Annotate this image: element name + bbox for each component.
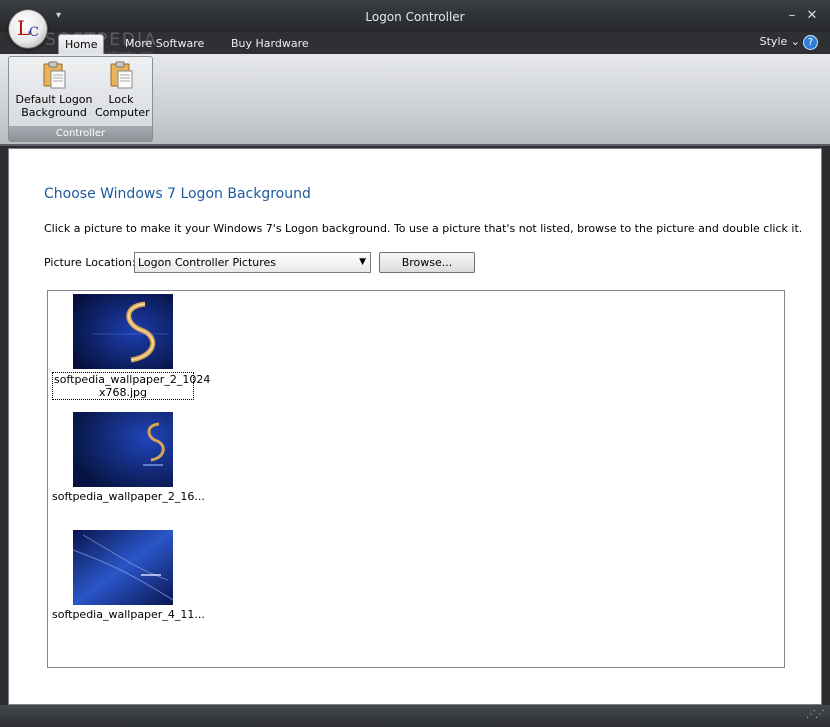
picture-item[interactable]: softpedia_wallpaper_2_16... — [52, 412, 205, 503]
help-icon[interactable]: ? — [803, 35, 818, 50]
button-label-line2: Background — [21, 106, 87, 119]
caption-line1: softpedia_wallpaper_4_11... — [52, 608, 205, 621]
default-logon-background-button[interactable]: Default Logon Background — [15, 61, 93, 119]
picture-item[interactable]: softpedia_wallpaper_2_1024 x768.jpg — [52, 294, 211, 400]
button-label-line2: Computer — [95, 106, 150, 119]
page-title: Choose Windows 7 Logon Background — [44, 186, 311, 202]
lock-computer-button[interactable]: Lock Computer — [95, 61, 150, 119]
status-bar — [0, 705, 830, 727]
picture-item[interactable]: softpedia_wallpaper_4_11... — [52, 530, 205, 621]
wallpaper-thumbnail — [73, 412, 173, 487]
caption-line2: x768.jpg — [98, 386, 148, 399]
picture-list[interactable]: softpedia_wallpaper_2_1024 x768.jpg soft… — [47, 290, 785, 668]
style-label: Style — [759, 35, 788, 48]
app-menu-button[interactable]: L C — [9, 10, 47, 48]
resize-grip-icon[interactable]: ⋰⋰ — [806, 709, 825, 720]
wallpaper-thumbnail — [73, 294, 173, 369]
picture-location-select[interactable]: Logon Controller Pictures ▼ — [134, 252, 371, 273]
paste-document-icon — [108, 61, 134, 91]
button-label-line1: Default Logon — [15, 93, 93, 106]
picture-location-value: Logon Controller Pictures — [138, 256, 277, 269]
tab-home[interactable]: Home — [58, 34, 105, 55]
picture-location-label: Picture Location: — [44, 256, 136, 269]
picture-caption: softpedia_wallpaper_2_16... — [52, 490, 205, 503]
ribbon-group-label: Controller — [9, 126, 152, 141]
chevron-down-icon: ⌄ — [790, 35, 800, 48]
paste-document-icon — [41, 61, 67, 91]
close-button[interactable]: ✕ — [804, 8, 820, 23]
main-panel: Choose Windows 7 Logon Background Click … — [8, 148, 822, 705]
logo-letter-c: C — [29, 25, 39, 40]
caption-line1: softpedia_wallpaper_2_16... — [52, 490, 205, 503]
wallpaper-thumbnail — [72, 530, 174, 605]
tab-more-software[interactable]: More Software — [119, 34, 210, 54]
picture-caption: softpedia_wallpaper_2_1024 x768.jpg — [52, 372, 211, 400]
instructions-text: Click a picture to make it your Windows … — [44, 222, 803, 235]
ribbon-group-controller: Default Logon Background Lock Computer C… — [8, 56, 153, 142]
minimize-button[interactable]: – — [784, 8, 800, 23]
window-title: Logon Controller — [365, 10, 465, 24]
dropdown-arrow-icon: ▼ — [359, 257, 366, 267]
style-dropdown[interactable]: Style ⌄ — [760, 35, 800, 48]
button-label-line1: Lock — [108, 93, 134, 106]
browse-button[interactable]: Browse... — [379, 252, 475, 273]
tab-buy-hardware[interactable]: Buy Hardware — [225, 34, 315, 54]
caption-line1: softpedia_wallpaper_2_1024 — [54, 373, 211, 386]
picture-caption: softpedia_wallpaper_4_11... — [52, 608, 205, 621]
